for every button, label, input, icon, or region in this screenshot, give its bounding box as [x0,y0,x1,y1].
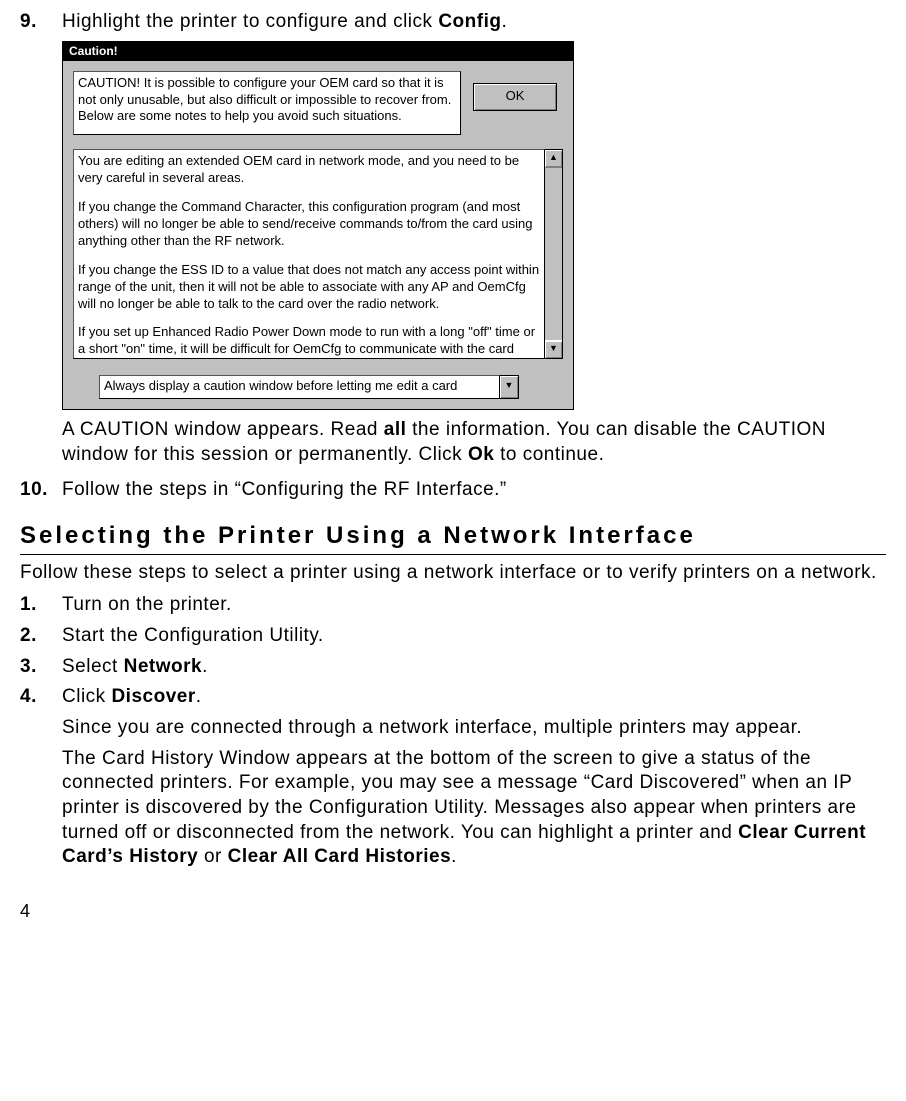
step-text: Click Discover. Since you are connected … [62,685,886,870]
step-text: Select Network. [62,655,886,680]
step-number: 1. [20,593,62,618]
notes-para: If you change the Command Character, thi… [78,199,540,250]
text: or [198,846,227,867]
step-4: 4. Click Discover. Since you are connect… [20,685,886,870]
step-10: 10. Follow the steps in “Configuring the… [20,478,886,503]
text: . [202,656,208,677]
text: to continue. [494,444,604,465]
ok-button[interactable]: OK [473,83,557,111]
notes-para: If you set up Enhanced Radio Power Down … [78,324,540,359]
text: A CAUTION window appears. Read [62,419,384,440]
caution-message: CAUTION! It is possible to configure you… [73,71,461,135]
step-number: 4. [20,685,62,870]
text-bold: all [384,419,407,440]
scroll-down-icon[interactable]: ▼ [545,340,562,358]
step-number: 2. [20,624,62,649]
notes-para: If you change the ESS ID to a value that… [78,262,540,313]
text-bold: Clear All Card Histories [228,846,452,867]
step-4-line1: Click Discover. [62,685,886,710]
step-number: 3. [20,655,62,680]
text-bold: Ok [468,444,494,465]
notes-para: You are editing an extended OEM card in … [78,153,540,187]
scroll-up-icon[interactable]: ▲ [545,150,562,168]
step-number: 9. [20,10,62,35]
section-heading: Selecting the Printer Using a Network In… [20,520,886,554]
caution-dialog: Caution! CAUTION! It is possible to conf… [62,41,574,411]
page-number: 4 [20,900,886,923]
section-intro: Follow these steps to select a printer u… [20,561,886,586]
step-3: 3. Select Network. [20,655,886,680]
text-bold: Discover [111,686,195,707]
text: . [451,846,457,867]
notes-text: You are editing an extended OEM card in … [73,149,545,359]
text: Click [62,686,111,707]
step-text: Follow the steps in “Configuring the RF … [62,478,886,503]
step-4-para3: The Card History Window appears at the b… [62,747,886,870]
notes-scrollbox: You are editing an extended OEM card in … [73,149,563,359]
text-bold: Config [438,11,501,32]
text-bold: Network [124,656,202,677]
caution-option-dropdown[interactable]: Always display a caution window before l… [99,375,519,399]
step-9-followup: A CAUTION window appears. Read all the i… [62,418,886,467]
text: . [501,11,507,32]
step-1: 1. Turn on the printer. [20,593,886,618]
text: Highlight the printer to configure and c… [62,11,438,32]
scrollbar[interactable]: ▲ ▼ [545,149,563,359]
caution-dialog-figure: Caution! CAUTION! It is possible to conf… [62,41,886,411]
step-number: 10. [20,478,62,503]
dialog-body: CAUTION! It is possible to configure you… [63,61,573,409]
step-text: Start the Configuration Utility. [62,624,886,649]
step-2: 2. Start the Configuration Utility. [20,624,886,649]
step-9: 9. Highlight the printer to configure an… [20,10,886,35]
chevron-down-icon[interactable]: ▼ [500,375,519,399]
text: . [196,686,202,707]
step-text: Highlight the printer to configure and c… [62,10,886,35]
text: Select [62,656,124,677]
step-4-para2: Since you are connected through a networ… [62,716,886,741]
dialog-top-row: CAUTION! It is possible to configure you… [73,71,563,135]
step-text: Turn on the printer. [62,593,886,618]
dropdown-row: Always display a caution window before l… [73,375,563,399]
dialog-titlebar: Caution! [63,42,573,62]
dropdown-value: Always display a caution window before l… [99,375,500,399]
